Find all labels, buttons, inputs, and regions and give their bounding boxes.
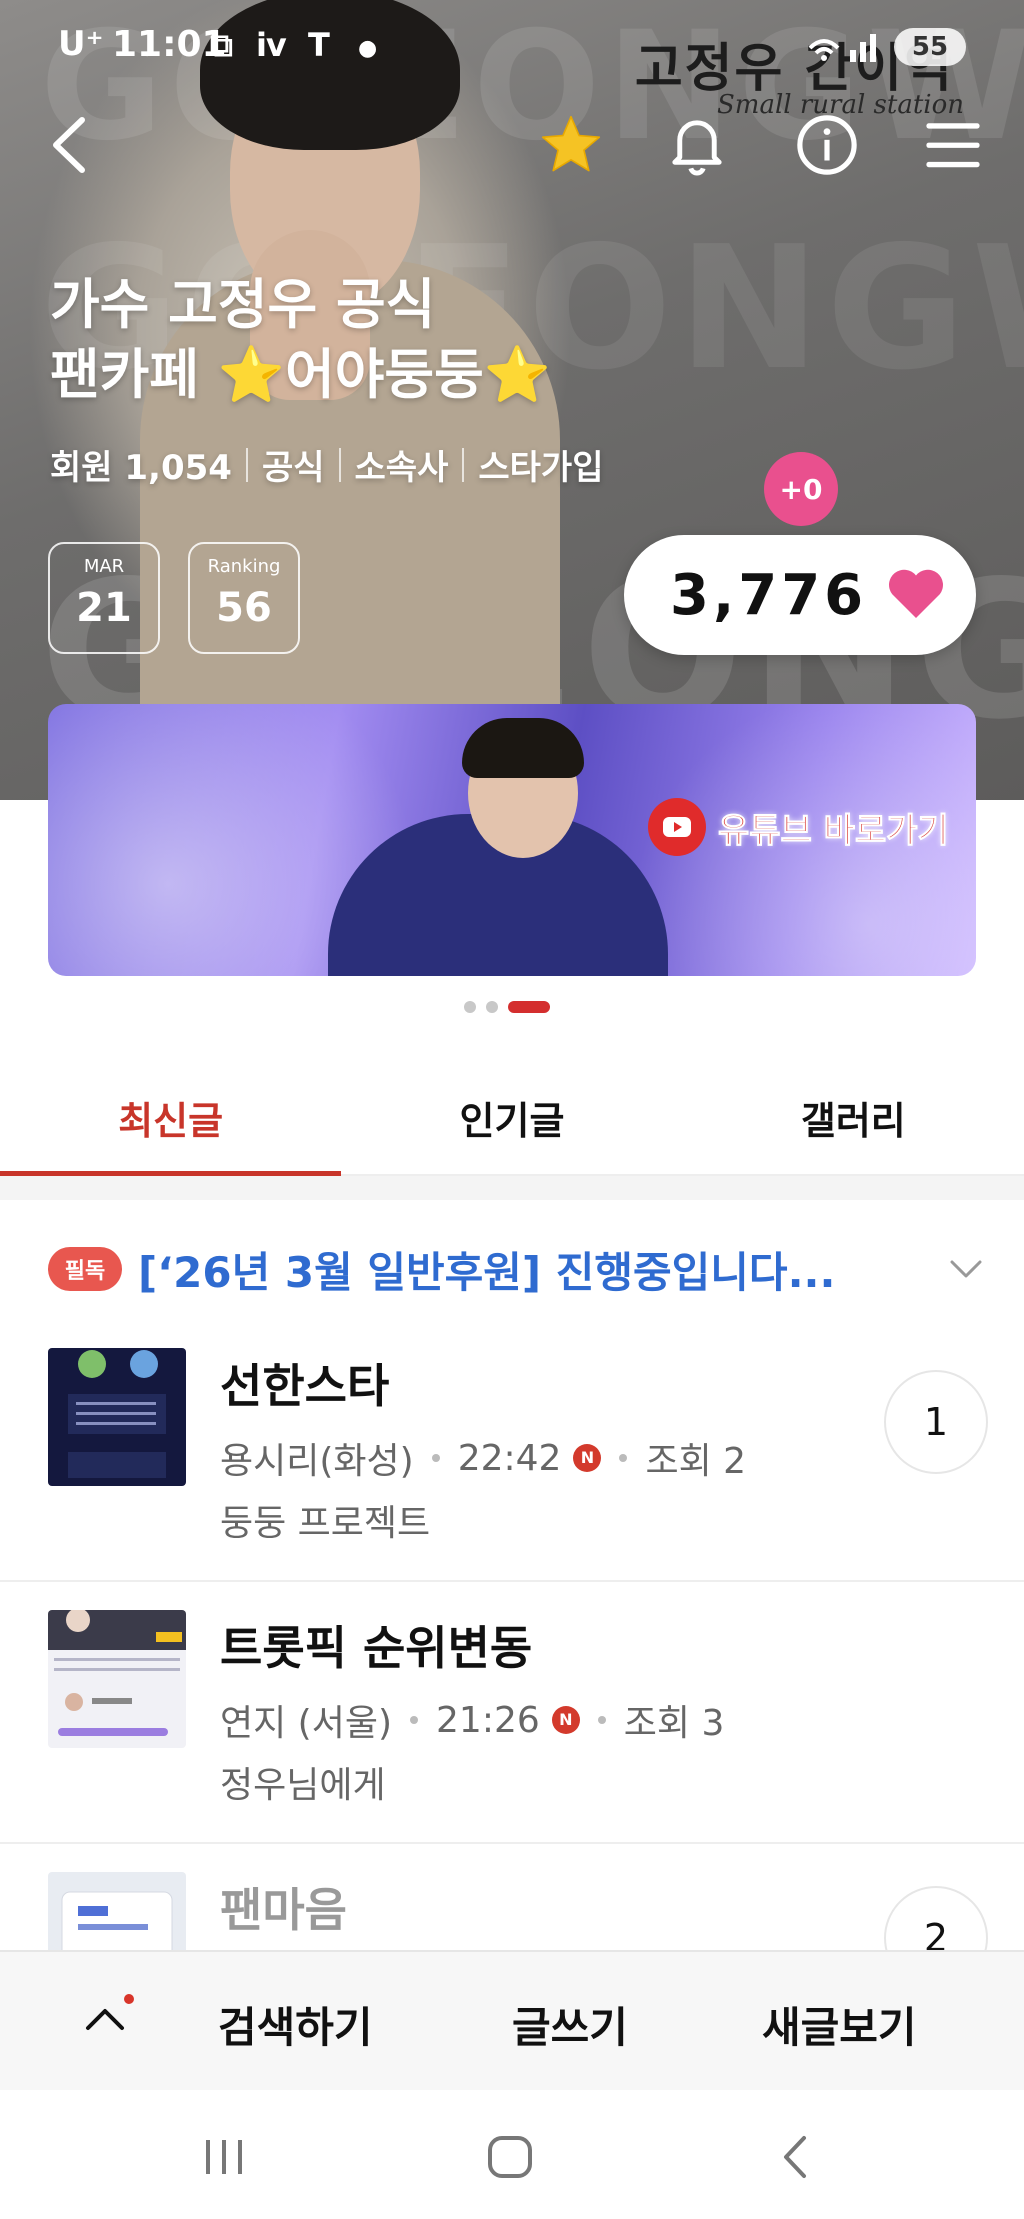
screenshot-icon: ⧉ <box>210 26 233 64</box>
pinned-notice-text[interactable]: [‘26년 3월 일반후원] 진행중입니다... <box>138 1239 835 1300</box>
promo-banner[interactable]: 유튜브 바로가기 <box>48 704 976 976</box>
post-time: 22:42 <box>457 1437 562 1479</box>
system-navigation-bar <box>0 2090 1024 2219</box>
status-carrier: U⁺ <box>58 24 104 64</box>
post-thumbnail <box>48 1610 186 1748</box>
heart-icon <box>888 569 944 618</box>
new-badge: N <box>573 1444 602 1472</box>
back-icon[interactable] <box>40 110 100 180</box>
pagination-dot[interactable] <box>486 1001 498 1013</box>
star-icon[interactable] <box>536 110 606 180</box>
month-value: 21 <box>76 585 132 631</box>
month-box: MAR 21 <box>48 542 160 654</box>
member-count[interactable]: 회원 1,054 <box>50 440 232 489</box>
battery-indicator: 55 <box>894 28 966 66</box>
post-board-name: 정우님에게 <box>220 1765 386 1806</box>
pagination-dot[interactable] <box>464 1001 476 1013</box>
cafe-title-line: 팬카페 ⭐어야둥둥⭐ <box>50 343 552 406</box>
chevron-down-icon[interactable] <box>944 1248 988 1288</box>
ranking-box[interactable]: Ranking 56 <box>188 542 300 654</box>
write-button[interactable]: 글쓰기 <box>512 1994 628 2055</box>
notification-app-icon: T <box>308 26 330 64</box>
post-title: 팬마음 <box>220 1883 347 1937</box>
meta-divider <box>462 447 465 482</box>
hamburger-menu-icon[interactable] <box>918 110 988 180</box>
bell-icon[interactable] <box>662 110 732 180</box>
post-meta: 연지 (서울) 21:26 N 조회 3 <box>220 1694 724 1746</box>
notification-app-icon: ⅳ <box>256 26 288 64</box>
post-title: 트롯픽 순위변동 <box>220 1621 533 1675</box>
cafe-meta: 회원 1,054 공식 소속사 스타가입 <box>50 440 603 489</box>
like-button[interactable]: 3,776 <box>624 535 976 655</box>
post-author: 연지 (서울) <box>220 1703 393 1744</box>
comment-count[interactable]: 1 <box>884 1370 988 1474</box>
status-bar: U⁺ 11:01 ⧉ ⅳ T ● 55 <box>0 0 1024 90</box>
ranking-label: Ranking <box>207 556 281 577</box>
official-label: 공식 <box>261 448 325 488</box>
pinned-notice[interactable]: 필독 [‘26년 3월 일반후원] 진행중입니다... <box>48 1234 988 1304</box>
like-count: 3,776 <box>670 562 868 628</box>
post-thumbnail <box>48 1348 186 1486</box>
post-views: 조회 2 <box>645 1441 747 1482</box>
youtube-shortcut-label: 유튜브 바로가기 <box>718 810 950 851</box>
board-tabs: 최신글 인기글 갤러리 <box>0 1060 1024 1176</box>
recent-apps-icon[interactable] <box>194 2132 254 2182</box>
tab-latest[interactable]: 최신글 <box>0 1060 342 1176</box>
bottom-action-bar: 검색하기 글쓰기 새글보기 <box>0 1950 1024 2090</box>
cafe-hero: GOJEONGWOO GOJEONGWOO GOJEONGWOO 고정우 간이역… <box>0 0 1024 800</box>
banner-pagination <box>464 1001 550 1013</box>
post-board-name: 둥둥 프로젝트 <box>220 1503 431 1544</box>
youtube-icon <box>648 798 706 856</box>
post-row[interactable]: 선한스타 용시리(화성) 22:42 N 조회 2 둥둥 프로젝트 1 <box>0 1322 1024 1582</box>
search-button[interactable]: 검색하기 <box>218 1994 373 2055</box>
post-meta: 용시리(화성) 22:42 N 조회 2 <box>220 1432 746 1484</box>
post-author: 용시리(화성) <box>220 1441 414 1482</box>
cafe-title-line: 가수 고정우 공식 <box>50 273 436 336</box>
post-time: 21:26 <box>436 1699 540 1741</box>
info-icon[interactable] <box>792 110 862 180</box>
month-label: MAR <box>83 556 125 577</box>
home-icon[interactable] <box>480 2132 540 2182</box>
post-title: 선한스타 <box>220 1359 390 1413</box>
must-read-badge: 필독 <box>48 1247 122 1291</box>
pagination-dot-active[interactable] <box>508 1001 550 1013</box>
tab-popular[interactable]: 인기글 <box>341 1060 682 1174</box>
ranking-value: 56 <box>216 585 272 631</box>
more-notifications-icon: ● <box>358 36 378 61</box>
new-indicator-dot <box>124 1994 134 2004</box>
new-posts-button[interactable]: 새글보기 <box>762 1994 917 2055</box>
post-views: 조회 3 <box>623 1703 725 1744</box>
like-increment-badge: +0 <box>764 452 838 526</box>
wifi-signal-icon <box>808 34 876 62</box>
youtube-shortcut[interactable]: 유튜브 바로가기 <box>648 798 949 856</box>
post-row[interactable]: 트롯픽 순위변동 연지 (서울) 21:26 N 조회 3 정우님에게 <box>0 1584 1024 1844</box>
tab-gallery[interactable]: 갤러리 <box>683 1060 1024 1174</box>
star-join-link[interactable]: 스타가입 <box>478 440 603 489</box>
cafe-title: 가수 고정우 공식 팬카페 ⭐어야둥둥⭐ <box>50 270 551 410</box>
agency-label: 소속사 <box>354 448 449 488</box>
new-badge: N <box>551 1706 580 1734</box>
meta-divider <box>245 447 248 482</box>
system-back-icon[interactable] <box>766 2132 826 2182</box>
section-divider <box>0 1176 1024 1200</box>
meta-divider <box>338 447 341 482</box>
